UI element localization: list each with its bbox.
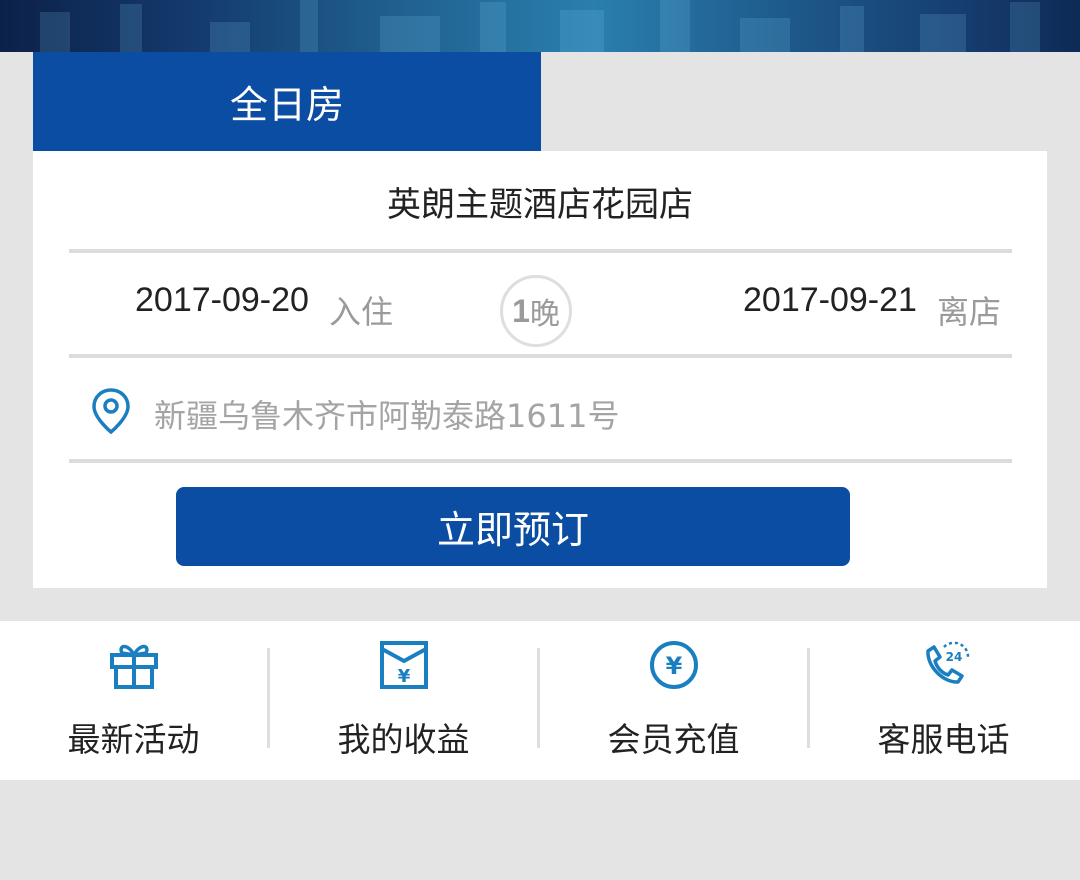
booking-card: 英朗主题酒店花园店 2017-09-20 入住 1晚 2017-09-21 离店… <box>33 151 1047 588</box>
nav-label: 会员充值 <box>607 720 740 759</box>
checkin-date[interactable]: 2017-09-20 <box>135 281 309 320</box>
nights-unit: 晚 <box>529 297 560 332</box>
checkout-date[interactable]: 2017-09-21 <box>743 281 917 320</box>
phone-24-icon: 24 <box>925 641 969 684</box>
location-pin-icon <box>92 388 130 435</box>
svg-text:24: 24 <box>945 650 962 664</box>
nav-label: 客服电话 <box>877 720 1010 759</box>
divider <box>69 249 1012 253</box>
nav-member-recharge[interactable]: ¥ 会员充值 <box>540 621 807 780</box>
book-now-button[interactable]: 立即预订 <box>176 487 850 566</box>
checkout-label: 离店 <box>937 293 1002 331</box>
bottom-nav: 最新活动 ¥ 我的收益 ¥ 会员充值 24 客服电话 <box>0 621 1080 780</box>
divider <box>69 459 1012 463</box>
gift-icon <box>109 644 158 689</box>
nav-label: 我的收益 <box>337 720 470 759</box>
envelope-yuan-icon: ¥ <box>379 641 428 689</box>
nav-my-earnings[interactable]: ¥ 我的收益 <box>270 621 537 780</box>
svg-text:¥: ¥ <box>665 652 682 680</box>
nights-count: 1 <box>512 292 530 329</box>
header-banner-image <box>0 0 1080 52</box>
divider <box>69 354 1012 358</box>
nights-badge: 1晚 <box>500 275 572 347</box>
nav-latest-events[interactable]: 最新活动 <box>0 621 267 780</box>
nav-customer-service[interactable]: 24 客服电话 <box>810 621 1077 780</box>
yuan-coin-icon: ¥ <box>649 641 698 689</box>
tab-all-day-room[interactable]: 全日房 <box>33 52 541 151</box>
hotel-name[interactable]: 英朗主题酒店花园店 <box>33 177 1047 226</box>
checkin-label: 入住 <box>329 293 394 331</box>
nav-label: 最新活动 <box>67 720 200 759</box>
hotel-address[interactable]: 新疆乌鲁木齐市阿勒泰路1611号 <box>154 391 619 437</box>
svg-text:¥: ¥ <box>397 666 410 687</box>
